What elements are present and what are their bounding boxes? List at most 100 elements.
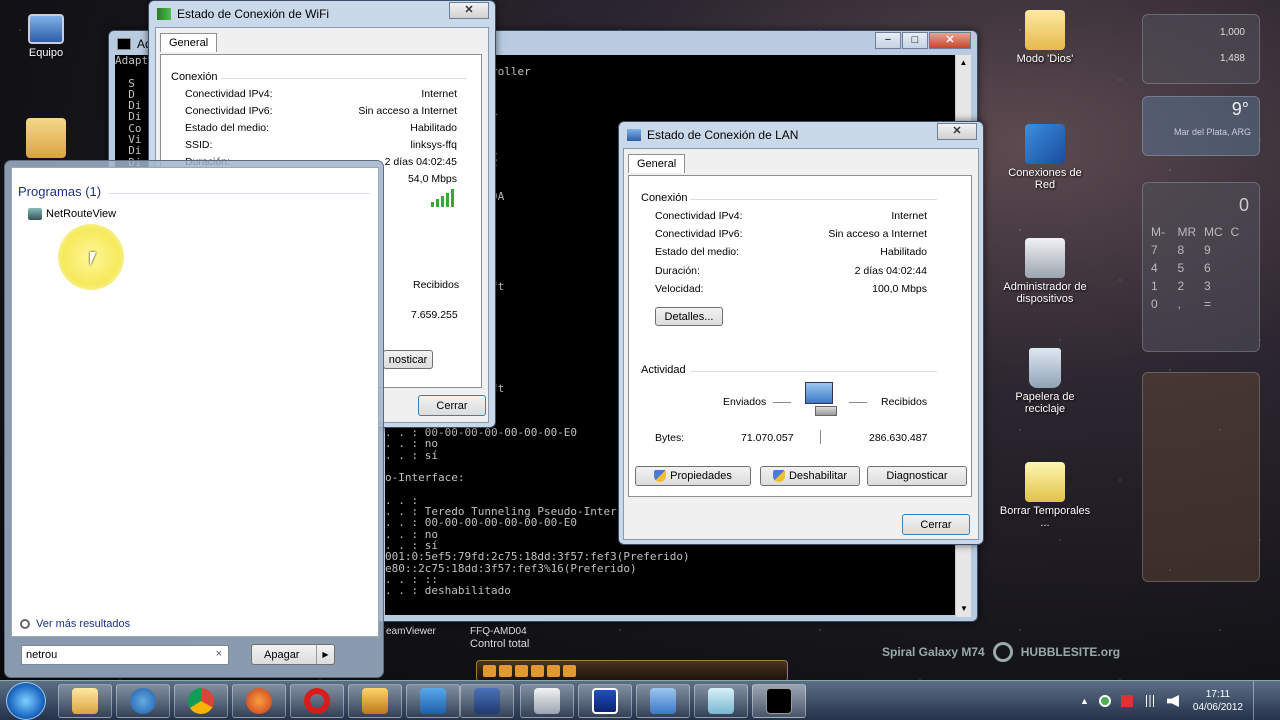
calc-key[interactable]: M- — [1151, 225, 1174, 239]
diagnose-button[interactable]: nosticar — [383, 350, 433, 369]
calculator-gadget[interactable]: 0 M- MR MC C 7 8 9 4 5 6 1 2 3 0 , = — [1142, 182, 1260, 352]
tray-app-icon[interactable] — [1120, 695, 1133, 707]
close-button[interactable]: ✕ — [449, 2, 489, 19]
show-hidden-icons-icon[interactable]: ▲ — [1080, 696, 1089, 706]
taskbar-network-connections[interactable] — [636, 684, 690, 718]
desktop-icon-conexiones[interactable]: Conexiones de Red — [997, 124, 1093, 191]
tab-general[interactable]: General — [160, 33, 218, 52]
taskbar-teamviewer[interactable] — [406, 684, 460, 718]
taskbar-firefox[interactable] — [232, 684, 286, 718]
lan-titlebar[interactable]: Estado de Conexión de LAN — [619, 122, 983, 148]
diagnose-button[interactable]: Diagnosticar — [867, 466, 967, 486]
desktop-icon-modo-dios[interactable]: Modo 'Dios' — [997, 10, 1093, 65]
calc-key[interactable]: C — [1231, 225, 1254, 239]
row-value: 2 días 04:02:44 — [854, 265, 927, 277]
media-control-icon[interactable] — [547, 665, 560, 677]
network-signal-icon[interactable] — [1142, 695, 1157, 707]
calc-key[interactable]: 3 — [1204, 279, 1227, 293]
calc-key[interactable]: 4 — [1151, 261, 1174, 275]
calc-key[interactable]: = — [1204, 297, 1227, 311]
console-line: e80::2c75:18dd:3f57:fef3%16(Preferido) — [385, 561, 637, 575]
desktop-icon-papelera[interactable]: Papelera de reciclaje — [997, 348, 1093, 415]
calculator-keys: M- MR MC C 7 8 9 4 5 6 1 2 3 0 , = — [1151, 225, 1253, 311]
media-control-icon[interactable] — [563, 665, 576, 677]
tab-general[interactable]: General — [628, 154, 686, 173]
app-icon — [362, 688, 388, 714]
show-desktop-button[interactable] — [1252, 681, 1265, 720]
clock[interactable]: 17:11 04/06/2012 — [1193, 688, 1243, 714]
calc-key[interactable]: 0 — [1151, 297, 1174, 311]
desktop-icon-equipo[interactable]: Equipo — [0, 14, 94, 59]
row-value: linksys-ffq — [410, 139, 458, 151]
shutdown-button[interactable]: Apagar ▶ — [251, 644, 335, 665]
calc-key[interactable]: , — [1178, 297, 1201, 311]
disable-button[interactable]: Deshabilitar — [760, 466, 860, 486]
currency-gadget[interactable]: 1,000 1,488 — [1142, 14, 1260, 84]
desktop-icon-user[interactable] — [0, 118, 94, 161]
maximize-button[interactable]: □ — [902, 32, 928, 49]
calc-key[interactable]: 2 — [1178, 279, 1201, 293]
disable-label: Deshabilitar — [788, 470, 848, 482]
calc-key[interactable]: 5 — [1178, 261, 1201, 275]
properties-button[interactable]: Propiedades — [635, 466, 751, 486]
scroll-down-icon[interactable]: ▼ — [956, 601, 972, 617]
taskbar-notepad[interactable] — [694, 684, 748, 718]
desktop-icon-admin-dispositivos[interactable]: Administrador de dispositivos — [997, 238, 1093, 305]
start-menu[interactable]: Programas (1) NetRouteView Ver más resul… — [4, 160, 384, 678]
see-more-results-link[interactable]: Ver más resultados — [20, 618, 130, 630]
details-button[interactable]: Detalles... — [655, 307, 723, 326]
calc-key[interactable]: 7 — [1151, 243, 1174, 257]
calc-key[interactable]: 8 — [1178, 243, 1201, 257]
calc-key[interactable]: 6 — [1204, 261, 1227, 275]
search-result-item[interactable]: NetRouteView — [28, 208, 116, 220]
media-control-icon[interactable] — [483, 665, 496, 677]
media-control-icon[interactable] — [515, 665, 528, 677]
bytes-sent: 71.070.057 — [741, 432, 794, 444]
media-player-bar[interactable] — [476, 660, 788, 682]
lan-status-dialog[interactable]: Estado de Conexión de LAN ✕ General Cone… — [618, 121, 984, 545]
scroll-up-icon[interactable]: ▲ — [956, 55, 971, 71]
calc-key[interactable]: 9 — [1204, 243, 1227, 257]
notepad-icon — [708, 688, 734, 714]
taskbar-opera[interactable] — [290, 684, 344, 718]
taskbar-ie[interactable] — [116, 684, 170, 718]
clock-time: 17:11 — [1205, 689, 1231, 700]
wifi-titlebar[interactable]: Estado de Conexión de WiFi — [149, 1, 495, 27]
taskbar-chrome[interactable] — [174, 684, 228, 718]
calc-key[interactable]: 1 — [1151, 279, 1174, 293]
media-control-icon[interactable] — [499, 665, 512, 677]
start-button[interactable] — [6, 682, 46, 720]
volume-icon[interactable] — [1166, 695, 1179, 707]
taskbar-remote[interactable] — [520, 684, 574, 718]
taskbar-network-app[interactable] — [578, 684, 632, 718]
close-button[interactable]: ✕ — [937, 123, 977, 140]
search-input[interactable]: netrou × — [21, 645, 229, 665]
desktop-icon-borrar-temporales[interactable]: Borrar Temporales ... — [997, 462, 1093, 529]
bytes-divider — [820, 430, 821, 444]
clear-search-icon[interactable]: × — [216, 648, 222, 660]
calc-key[interactable]: MC — [1204, 225, 1227, 239]
taskbar-cmd[interactable] — [752, 684, 806, 718]
remote-desktop-icon — [534, 688, 560, 714]
tasks-gadget[interactable] — [1142, 372, 1260, 582]
calc-key[interactable]: MR — [1178, 225, 1201, 239]
shutdown-options-arrow-icon[interactable]: ▶ — [316, 645, 334, 664]
row-value: 100,0 Mbps — [872, 283, 927, 295]
taskbar-save-app[interactable] — [460, 684, 514, 718]
network-activity-icon — [801, 380, 839, 420]
lan-general-pane: Conexión Conectividad IPv4: Internet Cone… — [628, 175, 972, 497]
taskbar-explorer[interactable] — [58, 684, 112, 718]
section-title: Actividad — [641, 364, 686, 376]
taskbar-app[interactable] — [348, 684, 402, 718]
media-control-icon[interactable] — [531, 665, 544, 677]
cmd-icon — [117, 38, 131, 50]
minimize-button[interactable]: − — [875, 32, 901, 49]
wifi-close-button[interactable]: Cerrar — [418, 395, 486, 416]
lan-close-button[interactable]: Cerrar — [902, 514, 970, 535]
firefox-icon — [246, 688, 272, 714]
shutdown-label: Apagar — [264, 648, 300, 661]
sent-label: Enviados — [723, 396, 767, 408]
weather-gadget[interactable]: 9° Mar del Plata, ARG — [1142, 96, 1260, 156]
tray-status-icon[interactable] — [1098, 695, 1111, 707]
close-button[interactable]: ✕ — [929, 32, 971, 49]
